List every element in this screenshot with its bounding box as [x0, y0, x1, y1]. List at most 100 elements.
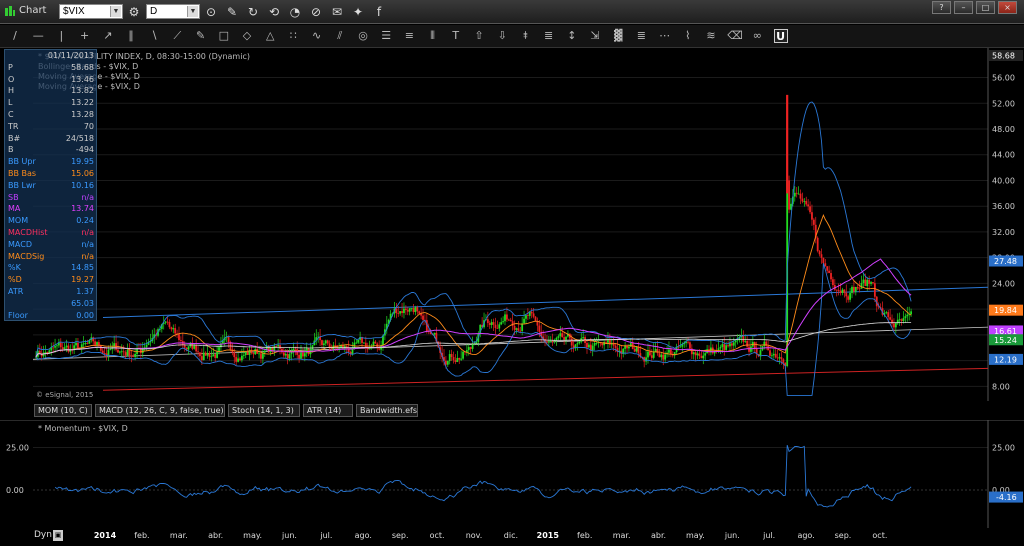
candle-body: [324, 340, 327, 344]
candle-body: [812, 219, 815, 225]
candle-body: [302, 352, 304, 357]
chevron-down-icon[interactable]: ▼: [110, 6, 121, 17]
cursor-window-value: 65.03: [71, 298, 94, 308]
candle-body: [557, 336, 560, 338]
candle-body: [860, 283, 863, 289]
momentum-chart[interactable]: 25.0025.000.000.00-4.16: [0, 420, 1024, 528]
magnet-tool-icon[interactable]: U: [773, 29, 788, 43]
parallel-channel-tool-icon[interactable]: ∥: [124, 29, 138, 43]
study-tab[interactable]: ATR (14): [303, 404, 353, 417]
regression-channel-tool-icon[interactable]: ∖: [147, 29, 161, 43]
email-icon[interactable]: ✉: [329, 4, 345, 20]
fibonacci-fan-tool-icon[interactable]: ⫽: [333, 29, 347, 43]
study-tab[interactable]: Stoch (14, 1, 3): [228, 404, 300, 417]
candle-body: [286, 353, 289, 359]
volume-profile-tool-icon[interactable]: ≣: [542, 29, 556, 43]
clock-icon[interactable]: ◔: [287, 4, 303, 20]
arc-tool-icon[interactable]: ∿: [310, 29, 324, 43]
chevron-down-icon[interactable]: ▼: [187, 6, 198, 17]
cursor-window-value: 0.24: [76, 216, 94, 226]
tag-icon[interactable]: ⊘: [308, 4, 324, 20]
cursor-window-key: MA: [8, 204, 21, 214]
ray-tool-icon[interactable]: ↗: [101, 29, 115, 43]
text-tool-icon[interactable]: T: [449, 29, 463, 43]
circle-tool-icon[interactable]: ◎: [356, 29, 370, 43]
measure-tool-icon[interactable]: ↕: [565, 29, 579, 43]
eraser-tool-icon[interactable]: ⌫: [727, 29, 743, 43]
speed-lines-tool-icon[interactable]: ≣: [634, 29, 648, 43]
price-label-tool-icon[interactable]: ⯒: [518, 29, 532, 43]
candle-body: [132, 356, 135, 357]
candle-body: [700, 355, 703, 359]
symbol-input[interactable]: $VIX ▼: [59, 4, 123, 19]
edit-icon[interactable]: ✎: [224, 4, 240, 20]
link-chart-tool-icon[interactable]: ∞: [750, 29, 764, 43]
candle-body: [809, 206, 811, 213]
line-tool-icon[interactable]: /: [8, 29, 22, 43]
candle-body: [103, 353, 106, 354]
candle-body: [408, 308, 411, 312]
facebook-icon[interactable]: f: [371, 4, 387, 20]
price-chart[interactable]: 8.0012.0016.0020.0024.0028.0032.0036.004…: [0, 48, 1024, 401]
month-label: feb.: [134, 531, 150, 540]
triangle-tool-icon[interactable]: △: [263, 29, 277, 43]
candle-body: [862, 279, 865, 284]
sync-icon[interactable]: ⟲: [266, 4, 282, 20]
andrews-pitchfork-tool-icon[interactable]: ⦀: [426, 29, 440, 43]
ellipse-tool-icon[interactable]: ◇: [240, 29, 254, 43]
candle-body: [403, 308, 405, 314]
cursor-window-key: O: [8, 74, 15, 84]
price-tick-label: 48.00: [992, 125, 1015, 134]
candle-body: [174, 328, 177, 334]
help-button[interactable]: ?: [932, 1, 951, 14]
candle-body: [845, 292, 848, 297]
maximize-button[interactable]: □: [976, 1, 995, 14]
vertical-line-tool-icon[interactable]: |: [54, 29, 68, 43]
twitter-icon[interactable]: ✦: [350, 4, 366, 20]
refresh-icon[interactable]: ↻: [245, 4, 261, 20]
candle-body: [582, 337, 585, 339]
dyn-label: Dyn: [34, 530, 52, 540]
study-tab[interactable]: MACD (12, 26, C, 9, false, true): [95, 404, 225, 417]
horizontal-line-tool-icon[interactable]: —: [31, 29, 45, 43]
zigzag-tool-icon[interactable]: ≋: [704, 29, 718, 43]
momentum-tick-label-left: 0.00: [6, 486, 24, 495]
cursor-window[interactable]: 01/11/2013 P 58.68 O 13.46 H 13.82 L 13.22 C 13.28…: [4, 49, 97, 321]
fibonacci-retracement-tool-icon[interactable]: ☰: [379, 29, 393, 43]
extended-line-tool-icon[interactable]: ⟋: [170, 29, 184, 43]
candle-body: [546, 341, 548, 343]
gann-grid-tool-icon[interactable]: ≡: [402, 29, 416, 43]
close-button[interactable]: ×: [998, 1, 1017, 14]
pen-tool-icon[interactable]: ✎: [194, 29, 208, 43]
zoom-tool-icon[interactable]: ⇲: [588, 29, 602, 43]
arrow-up-tool-icon[interactable]: ⇧: [472, 29, 486, 43]
month-label: jun.: [282, 531, 297, 540]
month-label: jun.: [724, 531, 740, 540]
candle-body: [723, 344, 726, 350]
minimize-button[interactable]: –: [954, 1, 973, 14]
study-tab[interactable]: Bandwidth.efs: [356, 404, 418, 417]
candle-body: [837, 290, 840, 292]
interval-input[interactable]: D ▼: [146, 4, 200, 19]
candle-body: [721, 344, 724, 347]
crosshair-line-tool-icon[interactable]: +: [78, 29, 92, 43]
candle-body: [244, 352, 247, 356]
candle-body: [462, 351, 464, 359]
month-label: mar.: [169, 531, 188, 540]
dyn-toggle-button[interactable]: ▣: [53, 530, 63, 541]
time-cycles-tool-icon[interactable]: ⋯: [658, 29, 672, 43]
year-label: 2014: [93, 531, 117, 540]
elliott-wave-tool-icon[interactable]: ⌇: [681, 29, 695, 43]
cycle-tool-icon[interactable]: ∷: [286, 29, 300, 43]
candle-body: [841, 289, 844, 293]
cursor-window-value: 14.85: [71, 263, 94, 273]
grid-tool-icon[interactable]: ▓: [611, 29, 625, 43]
study-tab[interactable]: MOM (10, C): [34, 404, 92, 417]
price-flag-label: 15.24: [994, 336, 1017, 345]
arrow-down-tool-icon[interactable]: ⇩: [495, 29, 509, 43]
symbol-options-icon[interactable]: ⚙: [126, 4, 142, 20]
link-icon[interactable]: ⊙: [203, 4, 219, 20]
rectangle-tool-icon[interactable]: □: [217, 29, 231, 43]
candle-body: [134, 353, 137, 357]
cursor-window-value: n/a: [81, 228, 94, 237]
